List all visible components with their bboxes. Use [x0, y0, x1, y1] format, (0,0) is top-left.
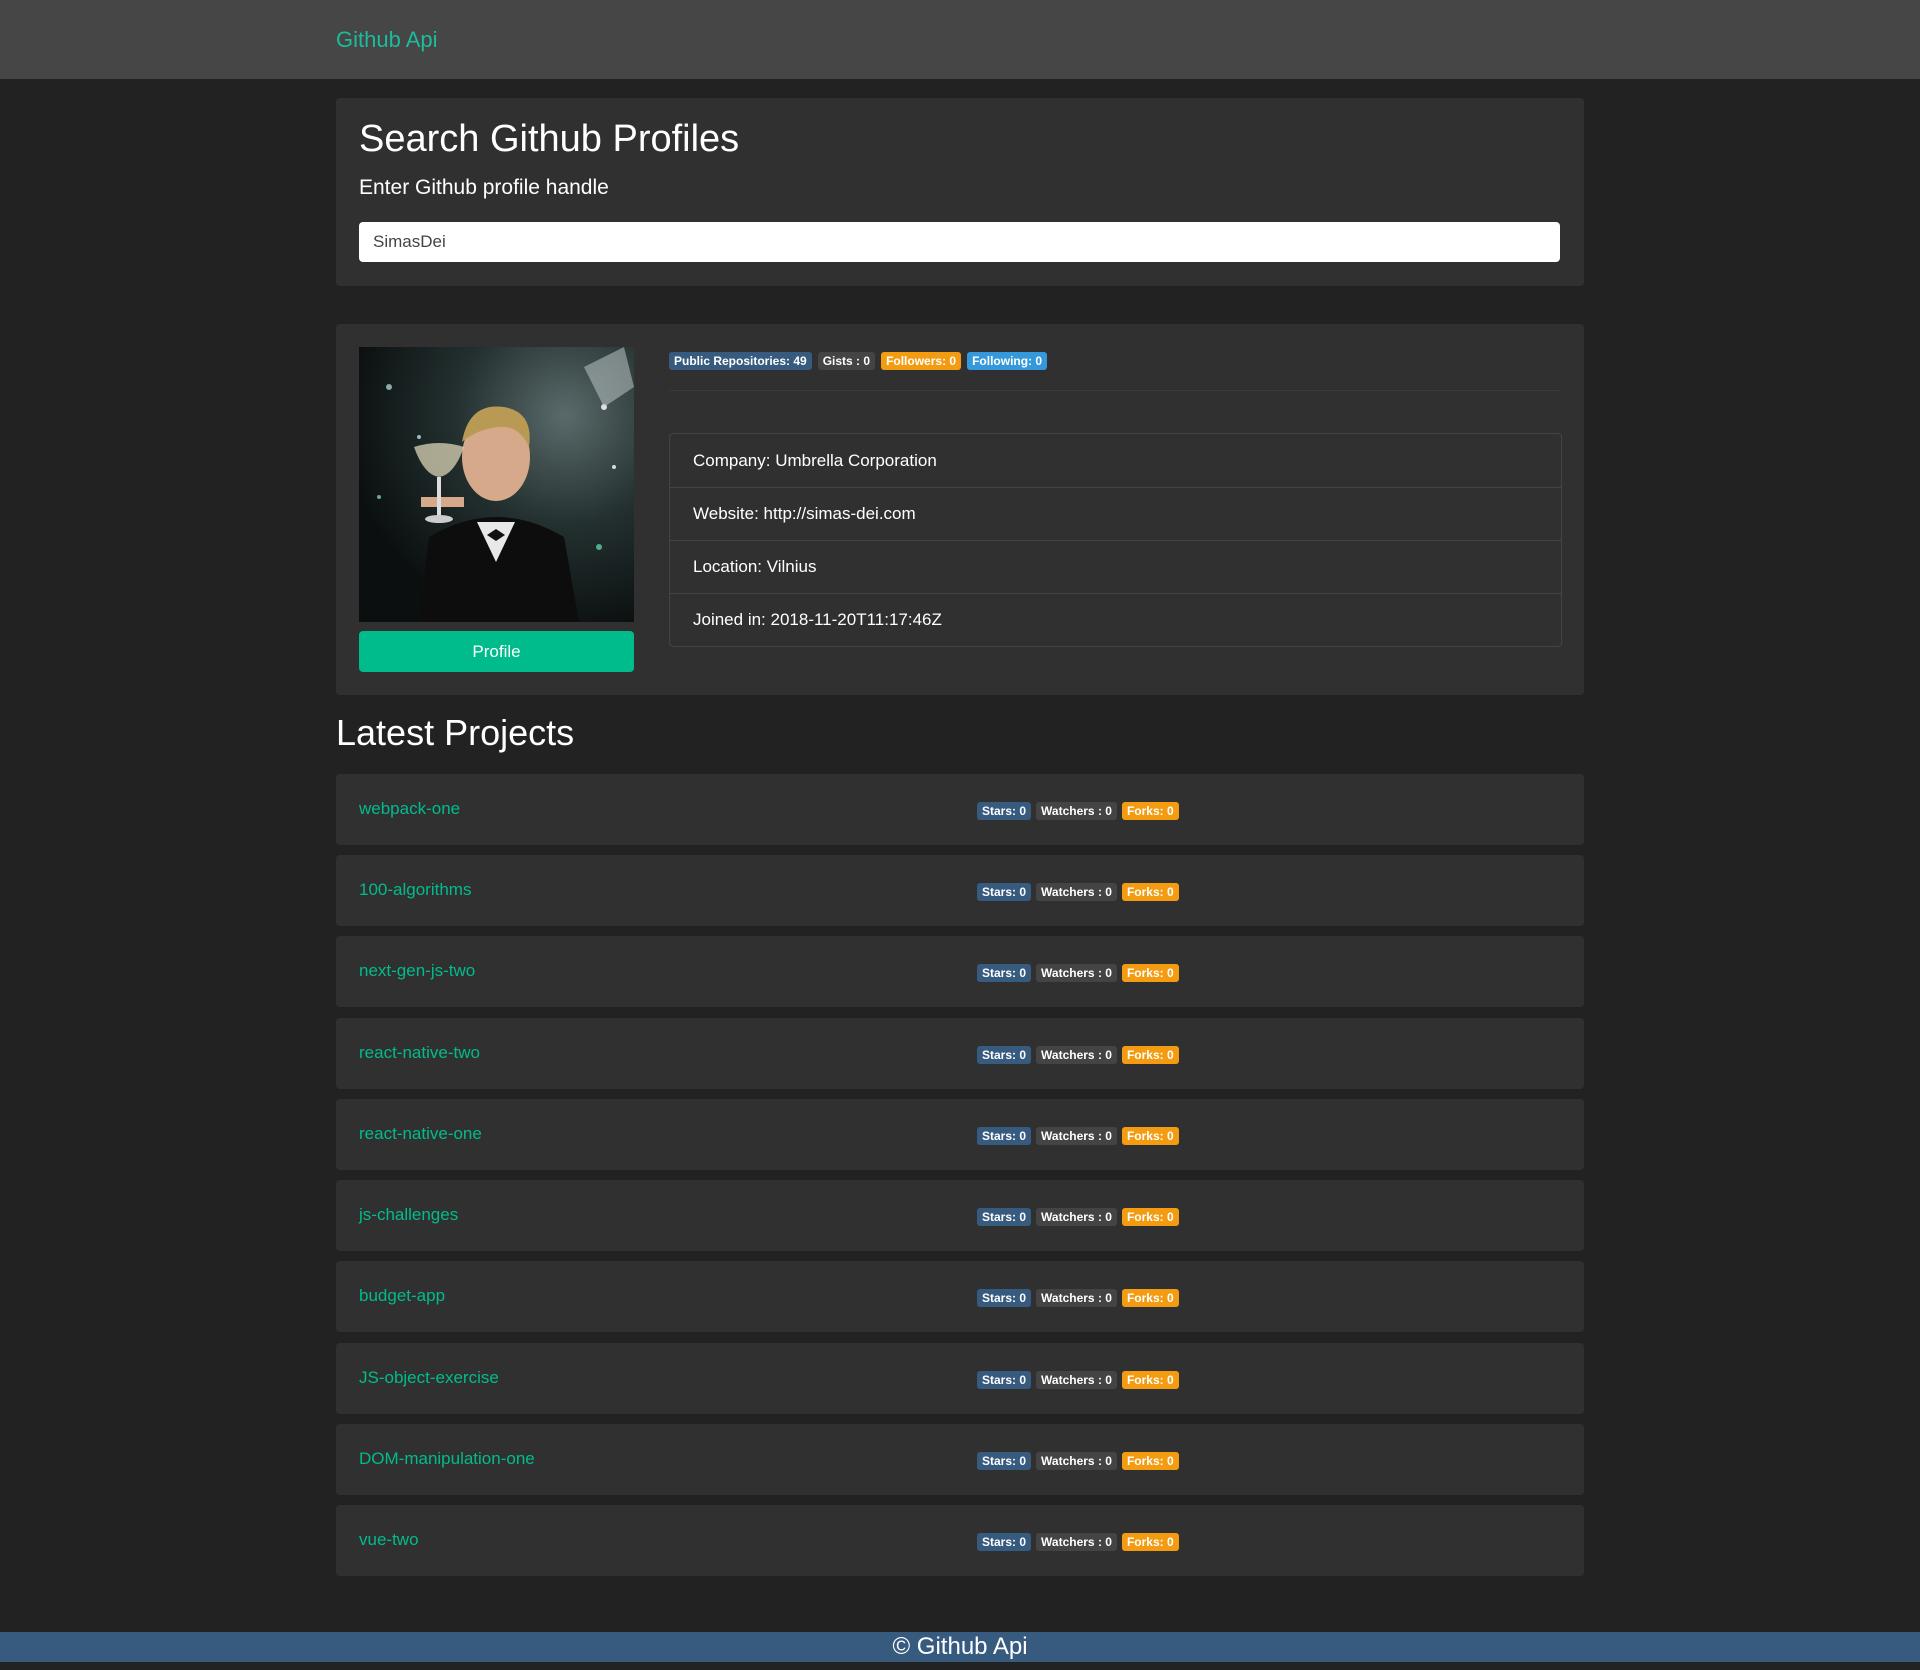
repo-stats: Stars: 0 Watchers : 0 Forks: 0 — [977, 802, 1179, 820]
repo-card: DOM-manipulation-one Stars: 0 Watchers :… — [336, 1424, 1584, 1495]
repo-card: next-gen-js-two Stars: 0 Watchers : 0 Fo… — [336, 936, 1584, 1007]
repo-card: 100-algorithms Stars: 0 Watchers : 0 For… — [336, 855, 1584, 926]
repo-link[interactable]: vue-two — [359, 1530, 419, 1550]
repo-stats: Stars: 0 Watchers : 0 Forks: 0 — [977, 1208, 1179, 1226]
forks-badge: Forks: 0 — [1121, 802, 1179, 820]
repo-stats: Stars: 0 Watchers : 0 Forks: 0 — [977, 1127, 1179, 1145]
stars-badge: Stars: 0 — [977, 802, 1032, 820]
forks-badge: Forks: 0 — [1121, 1289, 1179, 1307]
repo-link[interactable]: budget-app — [359, 1286, 445, 1306]
navbar: Github Api — [0, 0, 1920, 79]
watchers-badge: Watchers : 0 — [1036, 1127, 1117, 1145]
forks-badge: Forks: 0 — [1121, 1452, 1179, 1470]
watchers-badge: Watchers : 0 — [1036, 883, 1117, 901]
projects-title: Latest Projects — [336, 712, 575, 753]
public-repos-badge: Public Repositories: 49 — [669, 352, 812, 370]
repo-link[interactable]: webpack-one — [359, 799, 460, 819]
footer-text: © Github Api — [892, 1633, 1028, 1660]
forks-badge: Forks: 0 — [1121, 1371, 1179, 1389]
repo-stats: Stars: 0 Watchers : 0 Forks: 0 — [977, 1046, 1179, 1064]
stars-badge: Stars: 0 — [977, 964, 1032, 982]
stars-badge: Stars: 0 — [977, 1127, 1032, 1145]
forks-badge: Forks: 0 — [1121, 1127, 1179, 1145]
watchers-badge: Watchers : 0 — [1036, 1046, 1117, 1064]
watchers-badge: Watchers : 0 — [1036, 1452, 1117, 1470]
repo-link[interactable]: next-gen-js-two — [359, 961, 475, 981]
search-subtitle: Enter Github profile handle — [359, 176, 609, 199]
watchers-badge: Watchers : 0 — [1036, 1208, 1117, 1226]
forks-badge: Forks: 0 — [1121, 1046, 1179, 1064]
watchers-badge: Watchers : 0 — [1036, 1533, 1117, 1551]
repo-link[interactable]: 100-algorithms — [359, 880, 471, 900]
stars-badge: Stars: 0 — [977, 1046, 1032, 1064]
repo-card: vue-two Stars: 0 Watchers : 0 Forks: 0 — [336, 1505, 1584, 1576]
forks-badge: Forks: 0 — [1121, 1208, 1179, 1226]
website-item: Website: http://simas-dei.com — [670, 487, 1561, 540]
repo-card: webpack-one Stars: 0 Watchers : 0 Forks:… — [336, 774, 1584, 845]
profile-button[interactable]: Profile — [359, 631, 634, 672]
following-badge: Following: 0 — [967, 352, 1048, 370]
company-item: Company: Umbrella Corporation — [693, 450, 937, 470]
search-title: Search Github Profiles — [359, 118, 740, 160]
repo-link[interactable]: react-native-two — [359, 1043, 480, 1063]
gists-badge: Gists : 0 — [817, 352, 876, 370]
repo-card: budget-app Stars: 0 Watchers : 0 Forks: … — [336, 1261, 1584, 1332]
repo-card: js-challenges Stars: 0 Watchers : 0 Fork… — [336, 1180, 1584, 1251]
repo-stats: Stars: 0 Watchers : 0 Forks: 0 — [977, 1533, 1179, 1551]
avatar-image — [359, 347, 634, 622]
repo-link[interactable]: react-native-one — [359, 1124, 482, 1144]
forks-badge: Forks: 0 — [1121, 1533, 1179, 1551]
profile-panel: Profile Public Repositories: 49 Gists : … — [336, 324, 1584, 695]
profile-stats: Public Repositories: 49 Gists : 0 Follow… — [669, 352, 1048, 370]
stars-badge: Stars: 0 — [977, 1371, 1032, 1389]
watchers-badge: Watchers : 0 — [1036, 802, 1117, 820]
repo-link[interactable]: JS-object-exercise — [359, 1368, 499, 1388]
profile-info-list: Company: Umbrella Corporation Website: h… — [669, 433, 1562, 647]
repo-link[interactable]: DOM-manipulation-one — [359, 1449, 535, 1469]
footer-spacer — [0, 1662, 1920, 1670]
repo-link[interactable]: js-challenges — [359, 1205, 458, 1225]
repo-card: react-native-two Stars: 0 Watchers : 0 F… — [336, 1018, 1584, 1089]
watchers-badge: Watchers : 0 — [1036, 964, 1117, 982]
watchers-badge: Watchers : 0 — [1036, 1371, 1117, 1389]
repo-stats: Stars: 0 Watchers : 0 Forks: 0 — [977, 1289, 1179, 1307]
forks-badge: Forks: 0 — [1121, 964, 1179, 982]
search-panel: Search Github Profiles Enter Github prof… — [336, 98, 1584, 286]
repo-card: react-native-one Stars: 0 Watchers : 0 F… — [336, 1099, 1584, 1170]
location-item: Location: Vilnius — [670, 540, 1561, 593]
followers-badge: Followers: 0 — [881, 352, 962, 370]
repo-card: JS-object-exercise Stars: 0 Watchers : 0… — [336, 1343, 1584, 1414]
joined-item: Joined in: 2018-11-20T11:17:46Z — [670, 593, 1561, 646]
repo-stats: Stars: 0 Watchers : 0 Forks: 0 — [977, 1452, 1179, 1470]
footer: © Github Api — [0, 1632, 1920, 1662]
stars-badge: Stars: 0 — [977, 1208, 1032, 1226]
stars-badge: Stars: 0 — [977, 883, 1032, 901]
search-input[interactable] — [359, 222, 1560, 262]
stars-badge: Stars: 0 — [977, 1452, 1032, 1470]
brand-link[interactable]: Github Api — [336, 27, 438, 53]
stars-badge: Stars: 0 — [977, 1533, 1032, 1551]
repo-stats: Stars: 0 Watchers : 0 Forks: 0 — [977, 1371, 1179, 1389]
repo-stats: Stars: 0 Watchers : 0 Forks: 0 — [977, 964, 1179, 982]
divider — [669, 390, 1560, 391]
stars-badge: Stars: 0 — [977, 1289, 1032, 1307]
avatar — [359, 347, 634, 622]
forks-badge: Forks: 0 — [1121, 883, 1179, 901]
repo-stats: Stars: 0 Watchers : 0 Forks: 0 — [977, 883, 1179, 901]
watchers-badge: Watchers : 0 — [1036, 1289, 1117, 1307]
